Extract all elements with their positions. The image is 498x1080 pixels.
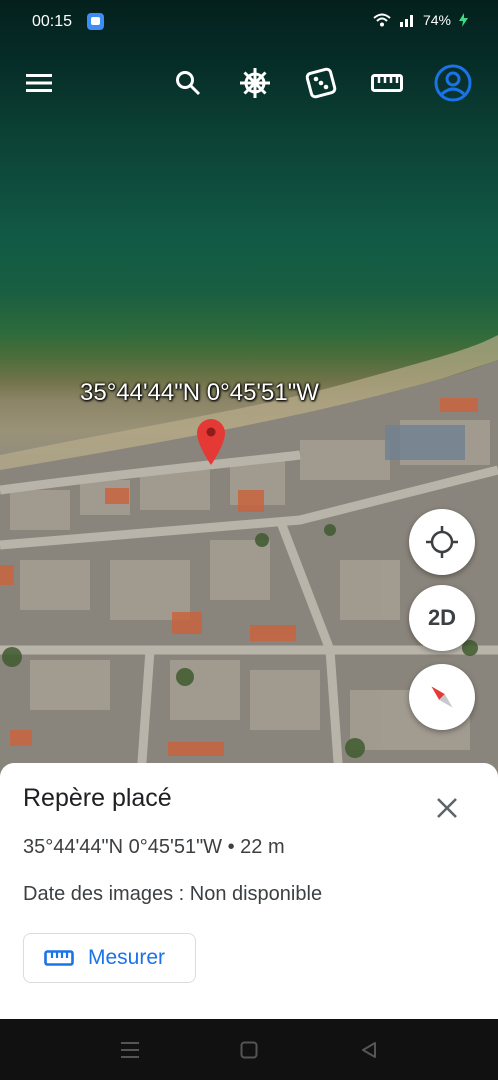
account-button[interactable] [432, 62, 474, 104]
charging-icon [459, 13, 468, 27]
battery-percentage: 74% [422, 12, 451, 28]
status-indicators: 74% [373, 12, 468, 28]
back-button[interactable] [357, 1038, 381, 1062]
wifi-icon [373, 13, 391, 27]
feeling-lucky-button[interactable] [300, 62, 342, 104]
sheet-title: Repère placé [23, 784, 172, 812]
recents-icon [121, 1042, 139, 1058]
ruler-icon [44, 950, 74, 966]
menu-button[interactable] [18, 62, 60, 104]
status-time: 00:15 [32, 13, 73, 30]
voyager-wheel-icon [240, 68, 270, 98]
compass-button[interactable] [409, 664, 475, 730]
dice-icon [305, 67, 337, 99]
voyager-button[interactable] [234, 62, 276, 104]
coordinate-label: 35°44'44"N 0°45'51"W [80, 379, 319, 406]
app-notification-icon [87, 13, 104, 30]
placemark-coordinates: 35°44'44"N 0°45'51"W • 22 m [23, 836, 285, 858]
location-marker-icon[interactable] [196, 418, 226, 466]
ruler-icon [371, 74, 403, 92]
close-icon [437, 798, 457, 818]
view-mode-button[interactable]: 2D [409, 585, 475, 651]
my-location-button[interactable] [409, 509, 475, 575]
status-bar: 00:15 74% [0, 0, 498, 44]
menu-icon [26, 74, 52, 92]
crosshair-icon [426, 526, 458, 558]
image-date: Date des images : Non disponible [23, 883, 323, 905]
home-icon [240, 1041, 258, 1059]
account-icon [434, 64, 472, 102]
measure-button[interactable]: Mesurer [23, 933, 196, 983]
back-icon [362, 1042, 376, 1058]
close-button[interactable] [430, 791, 464, 825]
placemark-sheet: Repère placé 35°44'44"N 0°45'51"W • 22 m… [0, 763, 498, 1019]
navigation-bar [0, 1019, 498, 1080]
compass-icon [431, 686, 453, 708]
recent-apps-button[interactable] [118, 1038, 142, 1062]
measure-tool-button[interactable] [366, 62, 408, 104]
search-button[interactable] [167, 62, 209, 104]
signal-icon [399, 15, 413, 27]
measure-label: Mesurer [88, 946, 166, 969]
search-icon [176, 71, 201, 96]
home-button[interactable] [237, 1038, 261, 1062]
